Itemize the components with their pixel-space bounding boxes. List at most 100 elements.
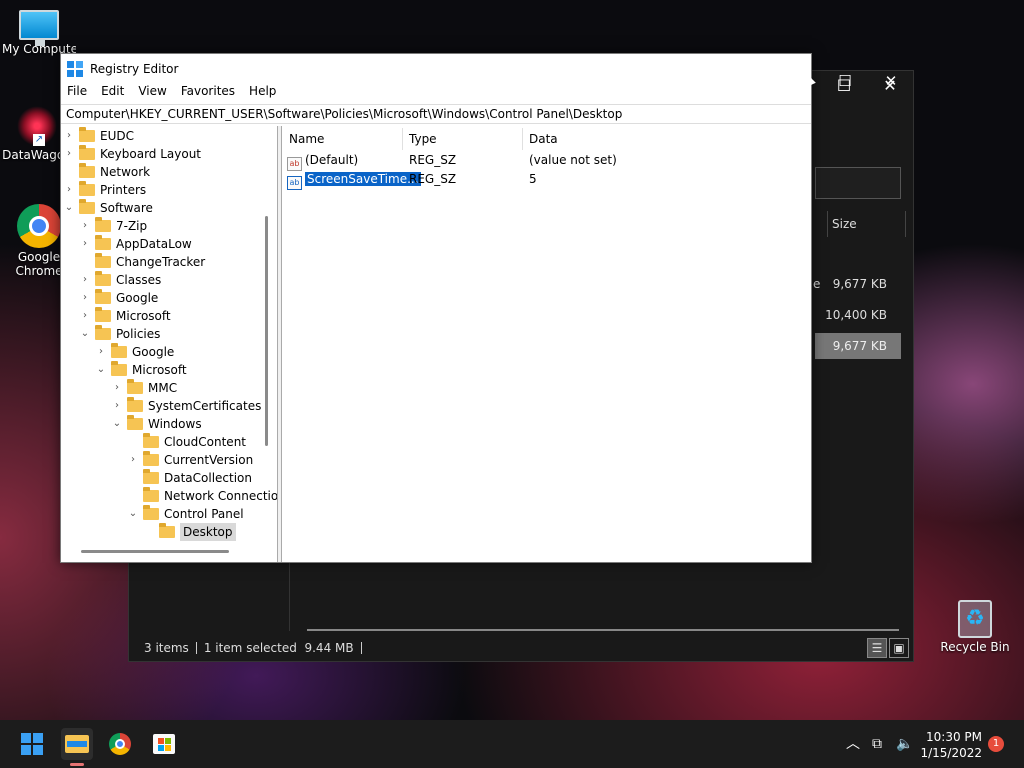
taskbar-chrome[interactable] [104, 728, 136, 760]
folder-icon [79, 181, 95, 196]
tree-item-appdatalow[interactable]: › AppDataLow [79, 235, 192, 253]
menu-view[interactable]: View [138, 84, 166, 104]
file-size-selected[interactable]: 9,677 KB [815, 333, 901, 359]
tree-horizontal-scrollbar[interactable] [81, 550, 229, 553]
chevron-right-icon[interactable]: › [63, 145, 75, 163]
tree-item-changetracker[interactable]: ChangeTracker [79, 253, 205, 271]
tree-item-desktop[interactable]: Desktop [143, 523, 236, 541]
desktop-icon-recycle-bin[interactable]: ♻ Recycle Bin [938, 600, 1012, 654]
clock[interactable]: 10:30 PM 1/15/2022 [918, 729, 982, 761]
tree-item-policies-google[interactable]: › Google [95, 343, 174, 361]
tree-item-cloudcontent[interactable]: CloudContent [127, 433, 246, 451]
registry-tree: › EUDC › Keyboard Layout Network › Printers… [61, 126, 278, 562]
tree-item-keyboard-layout[interactable]: › Keyboard Layout [63, 145, 201, 163]
tree-item-systemcertificates[interactable]: › SystemCertificates [111, 397, 261, 415]
column-header-data[interactable]: Data [523, 128, 811, 150]
search-input[interactable] [815, 167, 901, 199]
show-hidden-icons-chevron-icon[interactable]: ︿ [846, 720, 860, 768]
column-header-name[interactable]: Name [283, 128, 403, 150]
tree-item-microsoft[interactable]: › Microsoft [79, 307, 171, 325]
tree-item-control-panel[interactable]: ⌄ Control Panel [127, 505, 244, 523]
chevron-down-icon[interactable]: ⌄ [95, 361, 107, 379]
tree-item-software[interactable]: ⌄ Software [63, 199, 153, 217]
folder-open-icon [111, 361, 127, 376]
folder-open-icon [95, 325, 111, 340]
large-icons-view-button[interactable]: ▣ [889, 638, 909, 658]
column-divider[interactable] [905, 211, 906, 237]
tree-item-classes[interactable]: › Classes [79, 271, 161, 289]
chevron-right-icon[interactable]: › [79, 307, 91, 325]
tree-item-network[interactable]: Network [63, 163, 150, 181]
tree-item-mmc[interactable]: › MMC [111, 379, 177, 397]
start-button[interactable] [16, 728, 48, 760]
column-header-type[interactable]: Type [403, 128, 523, 150]
address-bar[interactable]: Computer\HKEY_CURRENT_USER\Software\Poli… [61, 104, 811, 124]
menu-favorites[interactable]: Favorites [181, 84, 235, 104]
table-row-selected[interactable]: ab ScreenSaveTime... REG_SZ 5 [287, 170, 807, 190]
tree-item-policies[interactable]: ⌄ Policies [79, 325, 160, 343]
folder-icon [95, 307, 111, 322]
chevron-down-icon[interactable]: ⌄ [111, 415, 123, 433]
tree-item-policies-microsoft[interactable]: ⌄ Microsoft [95, 361, 187, 379]
tree-item-datacollection[interactable]: DataCollection [127, 469, 252, 487]
folder-icon [95, 271, 111, 286]
maximize-icon[interactable]: ☐ [830, 72, 860, 90]
chevron-right-icon[interactable]: › [111, 379, 123, 397]
status-bar: 3 items 1 item selected 9.44 MB [129, 635, 913, 661]
tree-item-network-connections[interactable]: Network Connections [127, 487, 277, 505]
chevron-down-icon[interactable]: ⌄ [79, 325, 91, 343]
tree-item-windows[interactable]: ⌄ Windows [111, 415, 202, 433]
values-list: Name Type Data ab (Default) REG_SZ (value… [283, 126, 811, 562]
menu-edit[interactable]: Edit [101, 84, 124, 104]
chevron-right-icon[interactable]: › [79, 289, 91, 307]
taskbar-file-explorer[interactable] [61, 728, 93, 760]
table-row[interactable]: ab (Default) REG_SZ (value not set) [287, 151, 807, 171]
close-icon[interactable]: ✕ [876, 72, 906, 90]
tree-item-7zip[interactable]: › 7-Zip [79, 217, 147, 235]
title-bar[interactable]: Registry Editor [61, 54, 811, 84]
menu-help[interactable]: Help [249, 84, 276, 104]
registry-editor-window: Registry Editor File Edit View Favorites… [60, 53, 812, 563]
file-size: 10,400 KB [825, 308, 887, 322]
chevron-right-icon[interactable]: › [95, 343, 107, 361]
folder-open-icon [127, 415, 143, 430]
chevron-right-icon[interactable]: › [63, 127, 75, 145]
chevron-right-icon[interactable]: › [79, 235, 91, 253]
taskbar-store[interactable] [148, 728, 180, 760]
taskbar: ︿ ⧉ 🔈 10:30 PM 1/15/2022 1 [0, 720, 1024, 768]
tree-item-printers[interactable]: › Printers [63, 181, 146, 199]
details-view-button[interactable]: ☰ [867, 638, 887, 658]
desktop-icon-label: Recycle Bin [940, 640, 1010, 654]
folder-icon [95, 235, 111, 250]
tree-item-google[interactable]: › Google [79, 289, 158, 307]
desktop-icon-my-computer[interactable]: My Computer [2, 10, 76, 56]
file-explorer-icon [65, 735, 89, 753]
monitor-icon [19, 10, 59, 46]
value-data: 5 [529, 172, 537, 186]
volume-icon[interactable]: 🔈 [896, 720, 913, 768]
chevron-right-icon[interactable]: › [63, 181, 75, 199]
chevron-right-icon[interactable]: › [79, 217, 91, 235]
chevron-right-icon[interactable]: › [111, 397, 123, 415]
chrome-icon [109, 733, 131, 755]
status-selected: 1 item selected [203, 641, 297, 655]
chevron-right-icon[interactable]: › [79, 271, 91, 289]
chevron-down-icon[interactable]: ⌄ [127, 505, 139, 523]
folder-open-icon [143, 505, 159, 520]
tree-item-eudc[interactable]: › EUDC [63, 127, 134, 145]
value-name: ScreenSaveTime... [305, 172, 421, 186]
folder-icon [95, 217, 111, 232]
pane-splitter[interactable] [278, 126, 282, 562]
network-icon[interactable]: ⧉ [872, 720, 882, 768]
notification-badge[interactable]: 1 [988, 736, 1004, 752]
clock-date: 1/15/2022 [920, 746, 982, 760]
recycle-bin-icon: ♻ [958, 600, 992, 638]
chevron-right-icon[interactable]: › [127, 451, 139, 469]
horizontal-scrollbar[interactable] [307, 629, 899, 631]
folder-icon [95, 253, 111, 268]
column-header-size[interactable]: Size [827, 211, 907, 237]
tree-vertical-scrollbar[interactable] [265, 216, 268, 446]
tree-item-currentversion[interactable]: › CurrentVersion [127, 451, 253, 469]
chevron-down-icon[interactable]: ⌄ [63, 199, 75, 217]
menu-file[interactable]: File [67, 84, 87, 104]
